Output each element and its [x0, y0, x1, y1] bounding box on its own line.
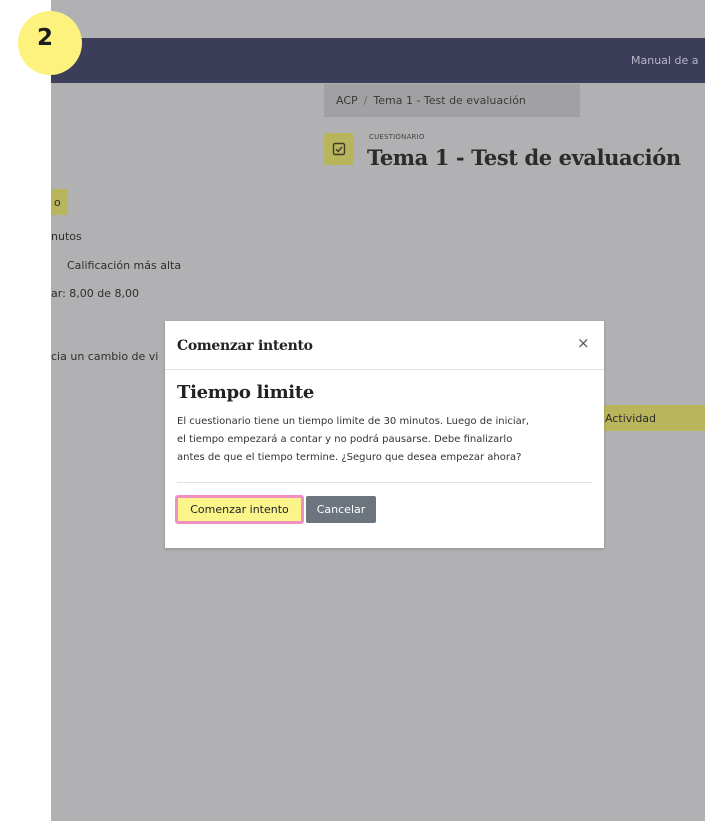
- info-grading-method: Calificación más alta: [67, 259, 182, 272]
- dialog-title: Comenzar intento: [177, 338, 313, 354]
- dialog-divider: [177, 482, 592, 483]
- breadcrumb: ACP / Tema 1 - Test de evaluación: [324, 84, 580, 117]
- start-attempt-button[interactable]: Comenzar intento: [175, 495, 304, 524]
- close-icon[interactable]: ×: [577, 334, 590, 352]
- left-action-button[interactable]: o: [51, 189, 68, 215]
- cancel-button[interactable]: Cancelar: [306, 496, 376, 523]
- start-attempt-button-label: Comenzar intento: [190, 503, 289, 516]
- breadcrumb-separator: /: [363, 94, 368, 107]
- manual-link[interactable]: Manual de a: [631, 54, 698, 67]
- screenshot-area: Manual de a ACP / Tema 1 - Test de evalu…: [51, 0, 705, 821]
- top-navbar: Manual de a: [51, 38, 705, 83]
- dialog-header: Comenzar intento ×: [165, 321, 604, 370]
- checkbox-icon: [324, 133, 354, 165]
- dialog-message-line: el tiempo empezará a contar y no podrá p…: [177, 434, 513, 445]
- cancel-button-label: Cancelar: [316, 503, 366, 516]
- activity-type-label: CUESTIONARIO: [369, 133, 425, 141]
- activity-button[interactable]: Actividad: [598, 405, 705, 431]
- dialog-message-line: El cuestionario tiene un tiempo limite d…: [177, 416, 530, 427]
- dialog-message: El cuestionario tiene un tiempo limite d…: [177, 413, 594, 467]
- start-attempt-dialog: Comenzar intento × Tiempo limite El cues…: [165, 321, 604, 548]
- breadcrumb-item-course[interactable]: ACP: [336, 94, 358, 107]
- page-title: Tema 1 - Test de evaluación: [367, 145, 681, 170]
- dialog-heading: Tiempo limite: [177, 382, 315, 403]
- dialog-message-line: antes de que el tiempo termine. ¿Seguro …: [177, 452, 522, 463]
- step-number-badge: 2: [18, 11, 82, 75]
- breadcrumb-item-current: Tema 1 - Test de evaluación: [373, 94, 526, 107]
- info-grade-to-pass: ar: 8,00 de 8,00: [51, 287, 139, 300]
- info-notice: cia un cambio de vi: [51, 350, 159, 363]
- left-action-button-label: o: [54, 195, 61, 209]
- activity-button-label: Actividad: [605, 411, 657, 425]
- info-time-limit: nutos: [51, 230, 82, 243]
